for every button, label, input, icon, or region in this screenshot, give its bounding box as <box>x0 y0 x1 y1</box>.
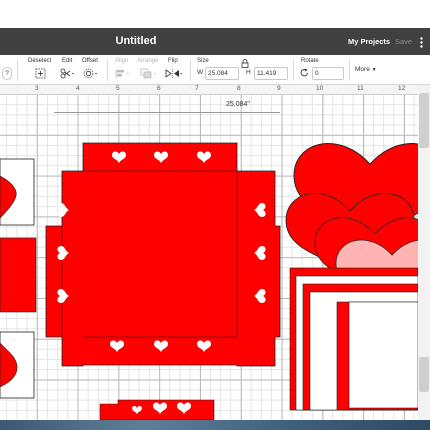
deselect-icon[interactable] <box>35 68 46 79</box>
edit-label: Edit <box>62 58 73 64</box>
offset-label: Offset <box>82 58 98 64</box>
left-heart-card-bottom[interactable] <box>0 331 35 399</box>
deselect-label: Deselect <box>28 58 52 64</box>
toolbar-divider <box>190 59 191 81</box>
more-options-icon[interactable] <box>420 37 423 48</box>
align-icon[interactable] <box>115 68 131 79</box>
ruler-tick: 6 <box>157 85 161 92</box>
left-heart-card-top[interactable] <box>0 158 35 226</box>
edit-toolbar: ? Deselect Edit Offset Align Arrange Fli… <box>0 55 430 85</box>
save-button[interactable]: Save <box>395 37 412 46</box>
rotate-icon <box>300 68 308 77</box>
edit-scissors-icon[interactable] <box>60 68 76 79</box>
scrollbar-thumb[interactable] <box>419 93 429 148</box>
help-button[interactable]: ? <box>2 67 12 80</box>
title-bar: Untitled My Projects Save <box>0 28 430 55</box>
ruler-tick: 7 <box>195 85 199 92</box>
document-title[interactable]: Untitled <box>0 35 272 47</box>
rotate-label: Rotate <box>301 58 319 64</box>
align-label: Align <box>115 58 129 64</box>
toolbar-divider <box>349 59 350 81</box>
height-prefix: H <box>246 69 251 76</box>
card-stack[interactable] <box>289 267 418 411</box>
ruler-tick: 3 <box>35 85 39 92</box>
toolbar-divider <box>17 59 18 81</box>
more-label: More <box>355 66 370 73</box>
height-input[interactable]: 11.419 <box>254 67 288 80</box>
lock-icon[interactable] <box>241 59 249 68</box>
flip-icon[interactable] <box>165 68 183 79</box>
selection-dimension-line <box>54 112 280 113</box>
left-red-panel[interactable] <box>0 237 37 313</box>
arrange-icon[interactable] <box>140 68 158 79</box>
design-canvas[interactable] <box>0 95 418 420</box>
width-input[interactable]: 25.084 <box>205 67 239 80</box>
my-projects-button[interactable]: My Projects <box>348 37 390 46</box>
height-value: 11.419 <box>257 70 277 77</box>
ruler-tick: 9 <box>277 85 281 92</box>
width-value: 25.084 <box>208 70 228 77</box>
canvas-shapes <box>0 95 418 420</box>
size-label: Size <box>197 58 209 64</box>
ruler-tick: 5 <box>116 85 120 92</box>
caret-down-icon: ▼ <box>371 67 377 73</box>
top-ruler: 3 4 5 6 7 8 9 10 11 12 <box>0 85 418 95</box>
rotate-value: 0 <box>315 70 319 77</box>
vertical-scrollbar[interactable] <box>418 85 430 420</box>
desktop-background-strip <box>0 420 430 430</box>
box-net-shape[interactable] <box>45 142 281 367</box>
window-top-padding <box>0 0 430 28</box>
rotate-input[interactable]: 0 <box>312 67 344 80</box>
arrange-label: Arrange <box>137 58 159 64</box>
ruler-tick: 8 <box>237 85 241 92</box>
toolbar-divider <box>293 59 294 81</box>
ruler-tick: 10 <box>316 85 324 92</box>
scrollbar-thumb[interactable] <box>419 357 429 392</box>
heart-strip-shape[interactable] <box>99 399 215 420</box>
selection-width-label: 25.084" <box>226 101 250 108</box>
ruler-tick: 12 <box>398 85 406 92</box>
width-prefix: W <box>197 69 204 76</box>
help-icon: ? <box>5 70 9 77</box>
more-dropdown[interactable]: More ▼ <box>355 66 377 73</box>
flip-label: Flip <box>168 58 178 64</box>
ruler-tick: 4 <box>76 85 80 92</box>
offset-icon[interactable] <box>83 68 99 79</box>
ruler-tick: 11 <box>357 85 364 92</box>
toolbar-divider <box>107 59 108 81</box>
